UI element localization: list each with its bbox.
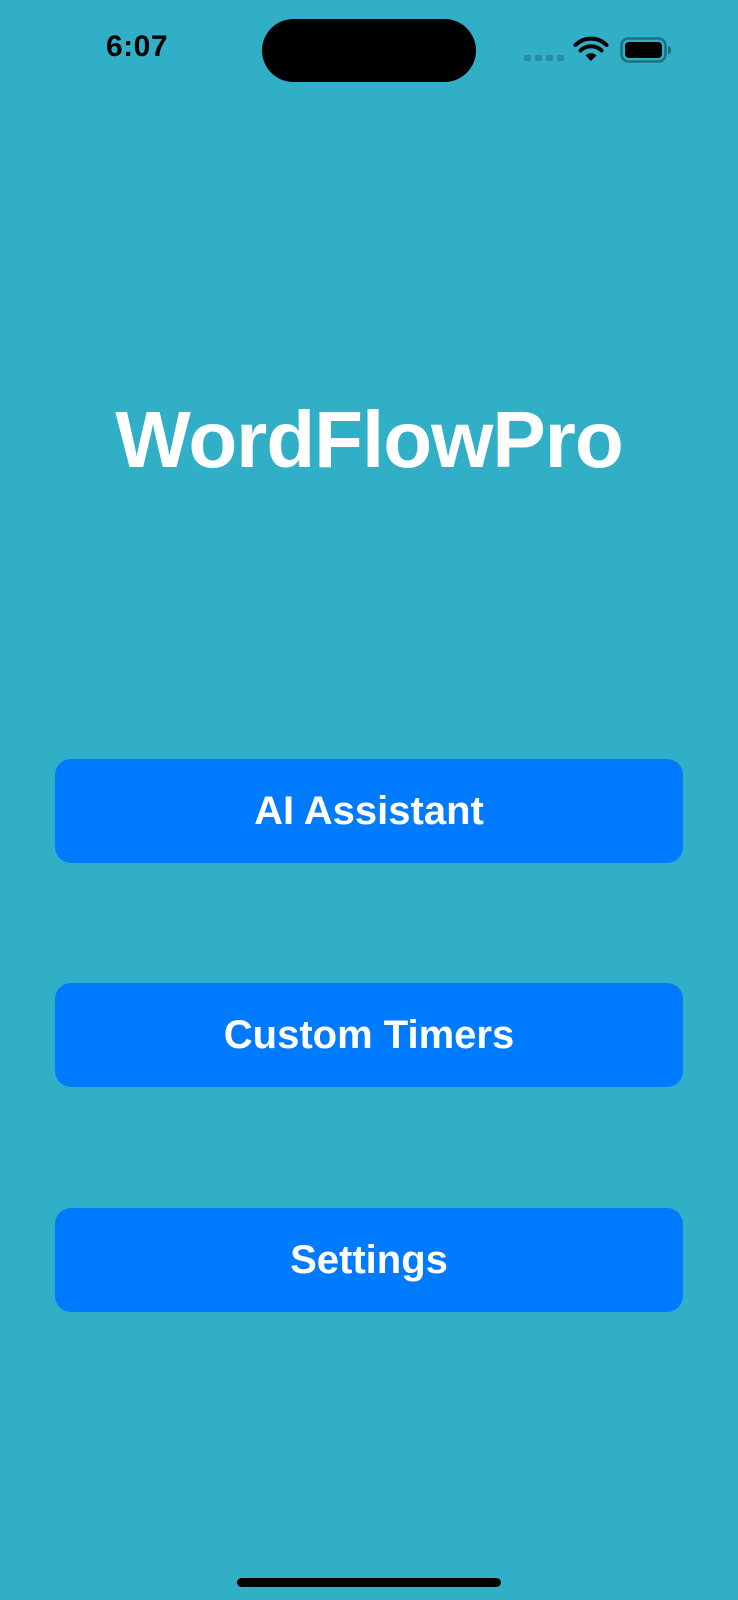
app-title: WordFlowPro bbox=[115, 395, 623, 484]
battery-icon bbox=[620, 37, 671, 63]
ai-assistant-button[interactable]: AI Assistant bbox=[55, 759, 683, 863]
cellular-signal-icon bbox=[524, 55, 564, 62]
settings-button[interactable]: Settings bbox=[55, 1208, 683, 1312]
wifi-icon bbox=[573, 36, 609, 61]
status-time: 6:07 bbox=[106, 30, 169, 63]
status-bar: 6:07 bbox=[0, 0, 738, 100]
custom-timers-button[interactable]: Custom Timers bbox=[55, 983, 683, 1087]
dynamic-island bbox=[262, 19, 476, 82]
home-indicator[interactable] bbox=[237, 1578, 501, 1587]
